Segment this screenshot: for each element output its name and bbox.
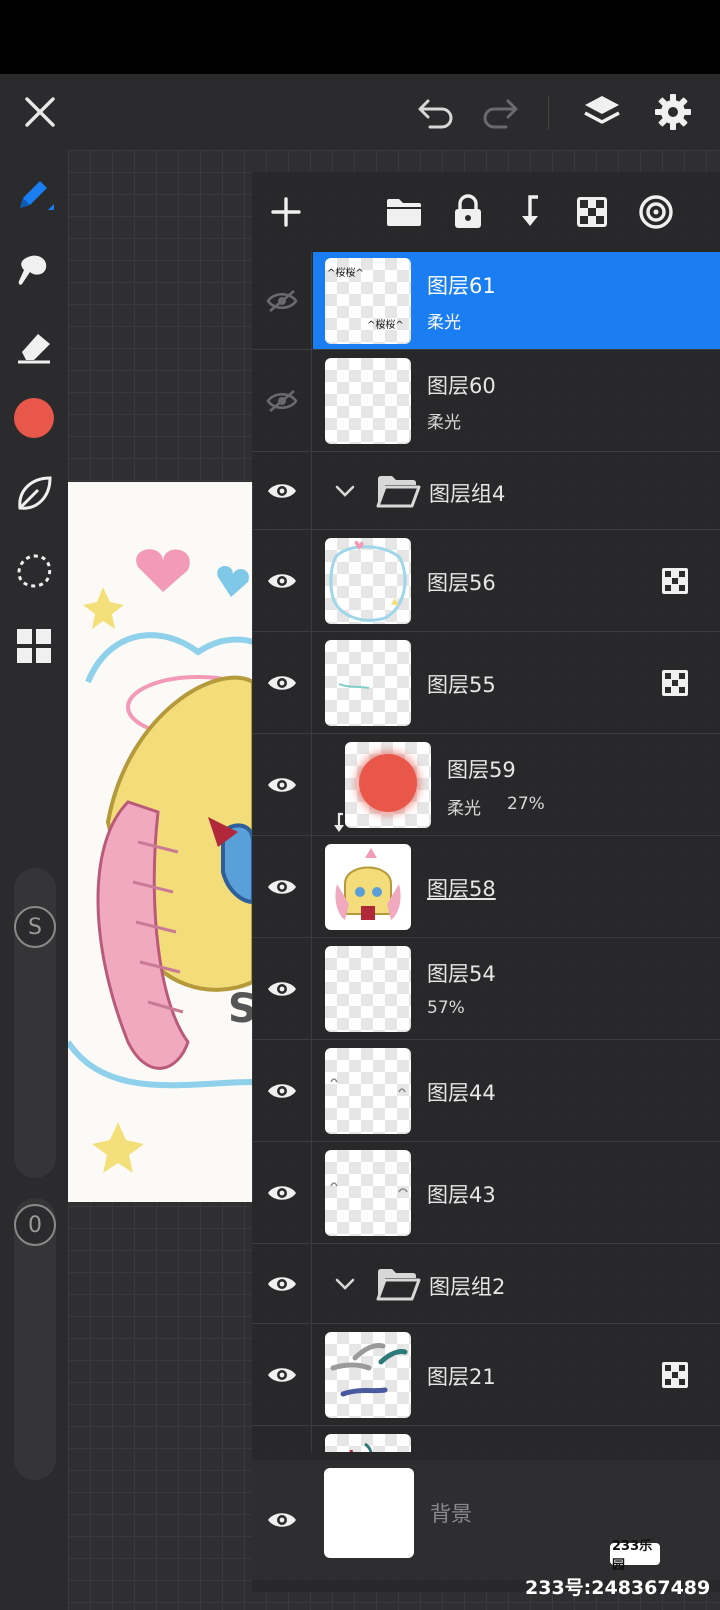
brush-size-knob[interactable]: S	[14, 906, 56, 948]
layer-group-row[interactable]: 图层组2	[252, 1244, 720, 1324]
size-label: S	[28, 914, 42, 940]
folder-icon	[376, 1269, 421, 1301]
mask-icon	[662, 1362, 688, 1388]
svg-text:S: S	[228, 986, 253, 1032]
eye-icon[interactable]	[252, 734, 312, 835]
folder-icon[interactable]	[382, 190, 426, 234]
add-icon[interactable]	[264, 190, 308, 234]
eye-icon[interactable]	[252, 530, 312, 631]
eye-icon[interactable]	[252, 1460, 312, 1580]
layer-row[interactable]: 图层54 57%	[252, 938, 720, 1040]
layer-name: 图层56	[427, 571, 496, 595]
close-icon[interactable]	[18, 90, 62, 134]
layer-row[interactable]: 图层56	[252, 530, 720, 632]
hidden-eye-icon[interactable]	[252, 252, 312, 349]
eye-icon[interactable]	[252, 1142, 312, 1243]
tool-sidebar: S 0	[0, 150, 68, 1610]
layer-row[interactable]: 图层60 柔光	[252, 350, 720, 452]
folder-icon	[376, 476, 421, 508]
layer-thumbnail	[325, 358, 411, 444]
eye-icon[interactable]	[252, 452, 312, 529]
layer-thumbnail	[325, 844, 411, 930]
chevron-down-icon[interactable]	[333, 1272, 357, 1296]
merge-down-icon[interactable]	[508, 190, 552, 234]
layer-blend-mode: 柔光	[447, 799, 481, 819]
lock-icon[interactable]	[446, 190, 490, 234]
layer-row[interactable]: 图层44	[252, 1040, 720, 1142]
layer-blend-mode: 柔光	[427, 313, 461, 333]
eye-icon[interactable]	[252, 1040, 312, 1141]
group-name: 图层组4	[429, 482, 506, 506]
layers-panel: ^桜桜^ ^桜桜^ 图层61 柔光 图层60 柔光 图层组4 图层56 图层55…	[252, 172, 720, 1592]
eye-icon[interactable]	[252, 1426, 312, 1452]
top-bar	[0, 74, 720, 150]
undo-icon[interactable]	[414, 90, 458, 134]
watermark-text: 233号:248367489	[525, 1577, 711, 1599]
layer-row[interactable]	[252, 1426, 720, 1452]
divider	[548, 96, 549, 130]
thumb-text: ^桜桜^	[327, 268, 364, 279]
layer-opacity: 27%	[507, 794, 545, 814]
eye-icon[interactable]	[252, 938, 312, 1039]
status-bar	[0, 0, 720, 74]
layer-thumbnail: ^桜桜^ ^桜桜^	[325, 258, 411, 344]
hidden-eye-icon[interactable]	[252, 350, 312, 451]
thumb-text: ^桜桜^	[367, 320, 404, 331]
layer-thumbnail	[325, 946, 411, 1032]
background-layer-name: 背景	[430, 1502, 472, 1526]
layer-row[interactable]: 图层59 柔光 27%	[252, 734, 720, 836]
redo-icon[interactable]	[478, 90, 522, 134]
layer-thumbnail	[325, 1434, 411, 1452]
layer-row[interactable]: ^桜桜^ ^桜桜^ 图层61 柔光	[252, 252, 720, 350]
opacity-label: 0	[28, 1212, 42, 1238]
eye-icon[interactable]	[252, 632, 312, 733]
layer-name: 图层59	[447, 758, 516, 782]
layer-group-row[interactable]: 图层组4	[252, 452, 720, 530]
layer-name: 图层21	[427, 1365, 496, 1389]
layer-thumbnail	[325, 538, 411, 624]
layer-thumbnail	[325, 1332, 411, 1418]
layer-row[interactable]: 图层55	[252, 632, 720, 734]
layer-list[interactable]: ^桜桜^ ^桜桜^ 图层61 柔光 图层60 柔光 图层组4 图层56 图层55…	[252, 252, 720, 1452]
group-name: 图层组2	[429, 1275, 506, 1299]
eye-icon[interactable]	[252, 1244, 312, 1323]
layer-thumbnail	[345, 742, 431, 828]
layer-name: 图层54	[427, 962, 496, 986]
blend-icon[interactable]	[634, 190, 678, 234]
smudge-icon[interactable]	[10, 246, 58, 294]
layer-thumbnail	[325, 1048, 411, 1134]
layer-blend-mode: 柔光	[427, 413, 461, 433]
layer-name: 图层43	[427, 1183, 496, 1207]
layer-name: 图层44	[427, 1081, 496, 1105]
chevron-down-icon[interactable]	[333, 479, 357, 503]
background-thumbnail	[324, 1468, 414, 1558]
mask-icon	[662, 568, 688, 594]
layer-row[interactable]: 图层21	[252, 1324, 720, 1426]
mask-icon[interactable]	[570, 190, 614, 234]
artwork-canvas[interactable]: S	[68, 482, 253, 1202]
eye-icon[interactable]	[252, 1324, 312, 1425]
layers-icon[interactable]	[580, 90, 624, 134]
layer-actions-bar	[252, 172, 720, 252]
leaf-icon[interactable]	[10, 470, 58, 518]
layer-name: 图层55	[427, 673, 496, 697]
layer-thumbnail	[325, 1150, 411, 1236]
layer-name: 图层58	[427, 877, 496, 901]
layer-name: 图层61	[427, 274, 496, 298]
layer-thumbnail	[325, 640, 411, 726]
color-swatch[interactable]	[10, 394, 58, 442]
layer-row[interactable]: 图层58	[252, 836, 720, 938]
pen-icon[interactable]	[10, 170, 58, 218]
eye-icon[interactable]	[252, 836, 312, 937]
watermark-badge: 233乐园	[610, 1539, 660, 1573]
opacity-knob[interactable]: 0	[14, 1204, 56, 1246]
layer-opacity: 57%	[427, 998, 465, 1018]
layer-name: 图层60	[427, 374, 496, 398]
lasso-icon[interactable]	[10, 546, 58, 594]
gear-icon[interactable]	[651, 90, 695, 134]
grid-icon[interactable]	[10, 622, 58, 670]
eraser-icon[interactable]	[10, 322, 58, 370]
mask-icon	[662, 670, 688, 696]
layer-row[interactable]: 图层43	[252, 1142, 720, 1244]
